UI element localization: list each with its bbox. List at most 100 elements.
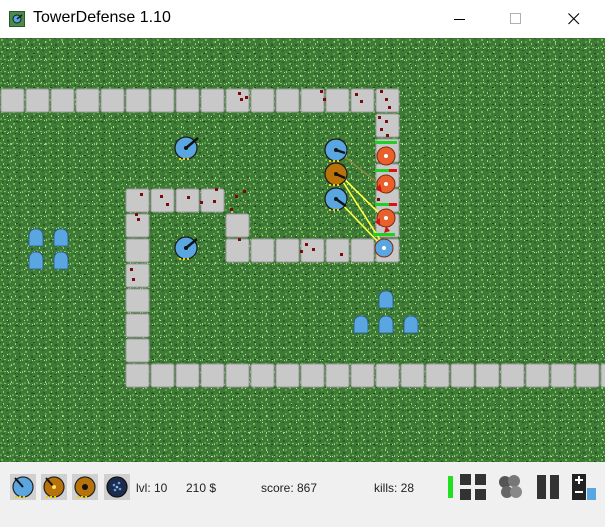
path-tile (125, 313, 150, 338)
maximize-button[interactable] (493, 0, 539, 38)
ghost-marker (378, 290, 394, 309)
path-tile (150, 88, 175, 113)
enemy-health-bar (373, 233, 395, 236)
blood-splat (380, 128, 383, 131)
path-tile (350, 363, 375, 388)
path-tile (25, 88, 50, 113)
tower-level-pip (333, 184, 335, 186)
path-tile (175, 188, 200, 213)
path-tile (325, 88, 350, 113)
enemy-core (384, 154, 388, 158)
path-tile (125, 263, 150, 288)
path-tile (550, 363, 575, 388)
tower (324, 187, 348, 211)
tower-level-pip (183, 158, 185, 160)
enemy-damage-bar (389, 203, 397, 206)
tower-level-pip (329, 160, 331, 162)
game-canvas[interactable] (0, 38, 605, 462)
pause-icon[interactable] (535, 474, 561, 500)
path-tile (125, 188, 150, 213)
path-tile (125, 213, 150, 238)
path-tile (150, 188, 175, 213)
level-label: lvl: 10 (136, 481, 168, 495)
title-bar[interactable]: TowerDefense 1.10 (0, 0, 605, 38)
blood-splat (360, 100, 363, 103)
blood-splat (377, 198, 380, 201)
blood-splat (213, 200, 216, 203)
blood-splat (200, 201, 203, 204)
minimize-button[interactable] (437, 0, 483, 38)
tower-level-pip (333, 160, 335, 162)
path-tile (275, 363, 300, 388)
path-tile (175, 363, 200, 388)
blood-splat (160, 195, 163, 198)
blood-splat (230, 208, 233, 211)
score-label: score: 867 (261, 481, 318, 495)
path-tile (125, 363, 150, 388)
blood-splat (320, 90, 323, 93)
path-tile (350, 238, 375, 263)
blood-splat (386, 134, 389, 137)
path-tile (450, 363, 475, 388)
close-button[interactable] (551, 0, 597, 38)
enemy-core (384, 216, 388, 220)
path-tile (500, 363, 525, 388)
window-title: TowerDefense 1.10 (33, 9, 171, 26)
tower-level-pip (187, 258, 189, 260)
path-tile (125, 88, 150, 113)
brown-laser-tower-icon[interactable] (41, 474, 67, 500)
path-tile (225, 88, 250, 113)
bottom-toolbar: lvl: 10 210 $ score: 867 kills: 28 (0, 462, 605, 527)
path-tile (250, 238, 275, 263)
tower-pivot (334, 172, 338, 176)
tower (324, 162, 348, 186)
path-tile (475, 363, 500, 388)
tower-pivot (334, 197, 338, 201)
blood-splat (245, 96, 248, 99)
path-tile (375, 363, 400, 388)
dark-splash-tower-icon[interactable] (104, 474, 130, 500)
blue-cannon-tower-icon[interactable] (10, 474, 36, 500)
ghost-marker (28, 228, 44, 247)
blood-splat (235, 195, 238, 198)
tower-level-pip (333, 209, 335, 211)
game-field[interactable] (0, 38, 605, 462)
path-tile (100, 88, 125, 113)
path-tile (0, 88, 25, 113)
tower-pivot (184, 146, 188, 150)
blood-splat (187, 196, 190, 199)
enemy-core (384, 182, 388, 186)
blood-splat (238, 238, 241, 241)
money-label: 210 $ (186, 481, 217, 495)
blood-splat (238, 92, 241, 95)
path-tile (600, 363, 605, 388)
blood-splat (243, 190, 246, 193)
blood-splat (385, 120, 388, 123)
path-tile (125, 238, 150, 263)
path-tile (150, 363, 175, 388)
ghost-marker (403, 315, 419, 334)
path-tile (225, 238, 250, 263)
blood-splat (340, 253, 343, 256)
path-tile (525, 363, 550, 388)
blood-splat (380, 90, 383, 93)
minimize-icon (454, 19, 465, 20)
path-tile (575, 363, 600, 388)
app-icon (9, 11, 25, 27)
plus-minus-icon[interactable] (572, 474, 598, 500)
blood-splat (355, 93, 358, 96)
path-tile (400, 363, 425, 388)
blood-splat (137, 218, 140, 221)
blood-splat (166, 203, 169, 206)
brown-heavy-tower-icon[interactable] (72, 474, 98, 500)
ghost-marker (53, 251, 69, 270)
grid-icon[interactable] (460, 474, 486, 500)
ghost-marker (378, 315, 394, 334)
ghost-marker (53, 228, 69, 247)
kills-label: kills: 28 (374, 481, 415, 495)
smoke-icon[interactable] (498, 474, 524, 500)
path-tile (250, 88, 275, 113)
tower-pivot (184, 246, 188, 250)
tower (324, 138, 348, 162)
enemy-health-bar (375, 141, 397, 144)
